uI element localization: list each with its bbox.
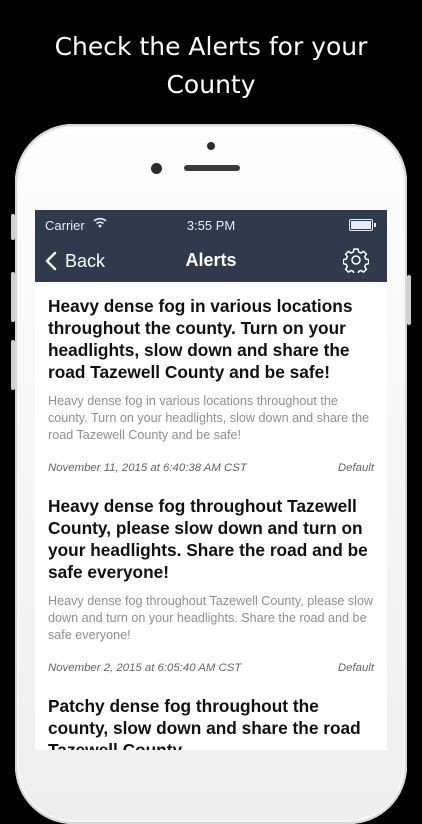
- phone-speaker: [184, 165, 240, 171]
- alert-category: Default: [337, 462, 374, 474]
- battery-icon: [349, 219, 376, 231]
- alert-meta: November 11, 2015 at 6:40:38 AM CST Defa…: [48, 462, 374, 482]
- alert-item[interactable]: Heavy dense fog throughout Tazewell Coun…: [48, 482, 374, 682]
- promo-headline: Check the Alerts for your County: [0, 28, 422, 104]
- alerts-list: Heavy dense fog in various locations thr…: [35, 282, 387, 750]
- alert-date: November 2, 2015 at 6:05:40 AM CST: [48, 662, 242, 674]
- phone-power-button: [407, 275, 411, 325]
- alert-item[interactable]: Patchy dense fog throughout the county, …: [48, 682, 374, 750]
- promo-headline-line2: County: [166, 70, 256, 99]
- alert-title: Patchy dense fog throughout the county, …: [48, 696, 361, 750]
- alert-meta: November 2, 2015 at 6:05:40 AM CST Defau…: [48, 662, 374, 682]
- alert-item[interactable]: Heavy dense fog in various locations thr…: [48, 282, 374, 482]
- phone-volume-up: [11, 272, 15, 322]
- alert-body: Heavy dense fog in various locations thr…: [48, 394, 370, 442]
- phone-volume-down: [11, 340, 15, 390]
- page-title: Alerts: [185, 250, 237, 270]
- gear-icon: [342, 248, 370, 276]
- alert-body: Heavy dense fog throughout Tazewell Coun…: [48, 594, 374, 642]
- phone-mute-switch: [11, 214, 15, 240]
- status-time: 3:55 PM: [186, 218, 236, 233]
- promo-headline-line1: Check the Alerts for your: [54, 32, 368, 61]
- phone-camera: [151, 163, 162, 174]
- navigation-bar: Back Alerts: [35, 239, 387, 282]
- settings-button[interactable]: [342, 247, 370, 278]
- phone-sensor: [207, 142, 215, 150]
- status-bar: Carrier 3:55 PM: [35, 210, 387, 239]
- alert-title: Heavy dense fog in various locations thr…: [48, 296, 353, 382]
- alert-date: November 11, 2015 at 6:40:38 AM CST: [48, 462, 247, 474]
- app-screen: Carrier 3:55 PM Back Alerts Heavy dense …: [35, 210, 387, 750]
- alert-category: Default: [337, 662, 374, 674]
- alert-title: Heavy dense fog throughout Tazewell Coun…: [48, 496, 368, 582]
